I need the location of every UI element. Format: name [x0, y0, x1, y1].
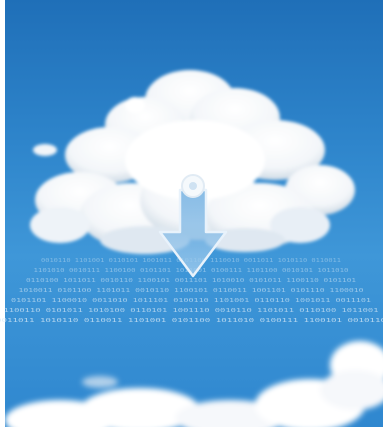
- binary-row: 0110100 1011011 0010110 1100101 0011101 …: [26, 278, 356, 284]
- binary-row: 1010011 0101100 1101011 0010110 1100101 …: [19, 288, 364, 294]
- binary-row: 0011011 1010110 0110011 1101001 0101100 …: [0, 318, 383, 324]
- binary-row: 1100110 0101011 1010100 0110101 1001110 …: [4, 308, 379, 314]
- binary-row: 0101101 1100010 0011010 1011101 0100110 …: [11, 298, 371, 304]
- bottom-clouds: [5, 341, 383, 427]
- scene: 0010110 1101001 0110101 1001011 0101100 …: [0, 0, 383, 427]
- illustration: 0010110 1101001 0110101 1001011 0101100 …: [0, 70, 383, 427]
